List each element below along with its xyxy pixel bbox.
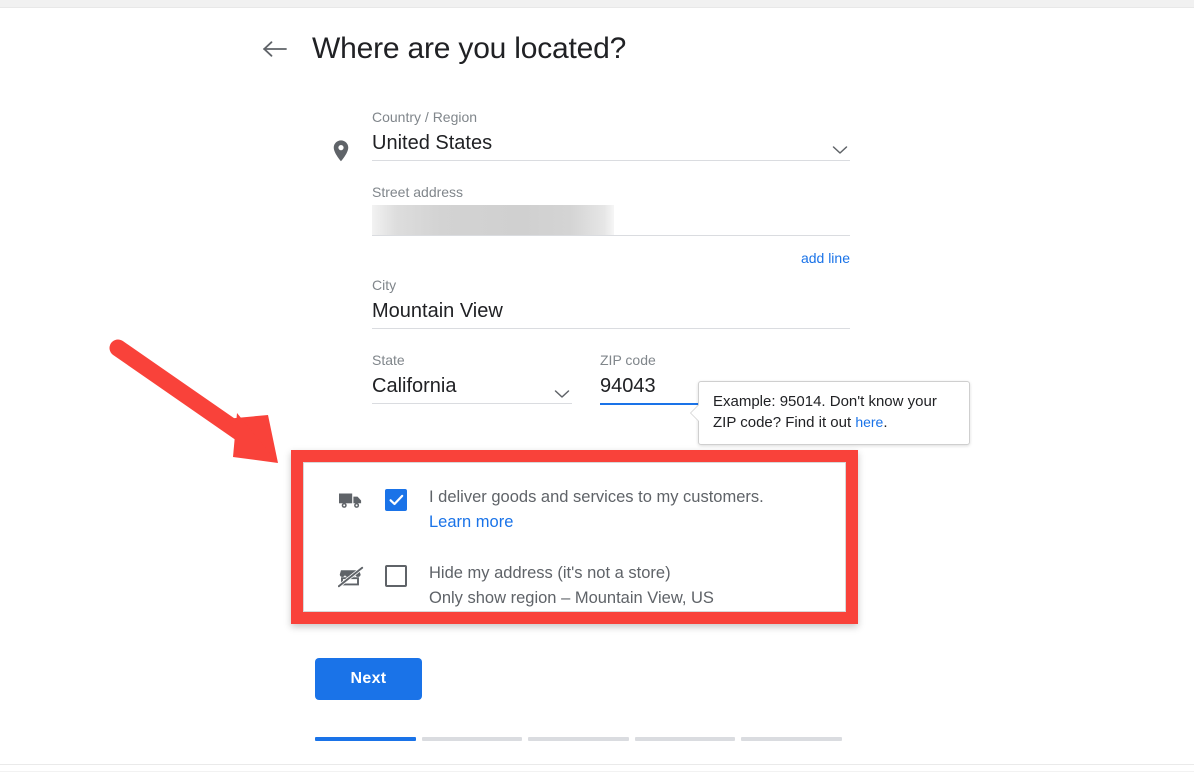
state-underline	[372, 403, 572, 404]
chevron-down-icon[interactable]	[554, 386, 570, 398]
zip-label: ZIP code	[600, 352, 656, 368]
hide-address-option-label: Hide my address (it's not a store)	[429, 564, 671, 582]
tooltip-text: Example: 95014. Don't know your ZIP code…	[713, 393, 937, 431]
city-label: City	[372, 277, 397, 293]
street-address-label: Street address	[372, 184, 464, 200]
street-address-value	[372, 203, 850, 235]
store-off-icon	[336, 565, 365, 590]
progress-segment	[528, 737, 629, 741]
city-underline	[372, 328, 850, 329]
state-value: California	[372, 375, 457, 397]
window-bottom-rule	[0, 764, 1194, 765]
progress-segment	[421, 737, 523, 741]
hide-address-option-sublabel: Only show region – Mountain View, US	[429, 589, 714, 607]
add-line-row: add line	[372, 250, 850, 270]
back-button[interactable]	[258, 32, 292, 66]
next-button[interactable]: Next	[315, 658, 422, 700]
window-bottom-rule-secondary	[0, 771, 1194, 772]
progress-segment	[634, 737, 736, 741]
delivery-option-label: I deliver goods and services to my custo…	[429, 488, 764, 506]
hide-address-checkbox[interactable]	[385, 565, 407, 587]
delivery-options-highlight-box: I deliver goods and services to my custo…	[291, 450, 858, 624]
delivery-options-panel: I deliver goods and services to my custo…	[303, 462, 846, 612]
redaction-overlay	[372, 205, 614, 235]
street-address-underline	[372, 235, 850, 236]
country-underline	[372, 160, 850, 161]
tooltip-tail-fill	[691, 404, 700, 422]
progress-segment	[741, 737, 842, 741]
option-row-delivery[interactable]: I deliver goods and services to my custo…	[338, 485, 845, 535]
state-label: State	[372, 352, 405, 368]
map-pin-icon	[328, 138, 354, 164]
page-title: Where are you located?	[312, 32, 627, 65]
street-address-field[interactable]: Street address	[372, 183, 850, 236]
delivery-checkbox[interactable]	[385, 489, 407, 511]
zip-tooltip: Example: 95014. Don't know your ZIP code…	[690, 381, 970, 445]
country-label: Country / Region	[372, 109, 478, 125]
country-value: United States	[372, 132, 493, 154]
tooltip-here-link[interactable]: here	[855, 414, 883, 430]
add-line-link[interactable]: add line	[801, 250, 850, 266]
annotation-arrow	[109, 339, 278, 463]
tooltip-text-after: .	[883, 414, 888, 431]
hide-address-option-text: Hide my address (it's not a store) Only …	[429, 561, 714, 611]
progress-indicator	[315, 737, 842, 741]
state-field[interactable]: State California	[372, 351, 572, 405]
arrow-left-icon	[262, 39, 288, 59]
city-field[interactable]: City Mountain View	[372, 276, 850, 329]
country-field[interactable]: Country / Region United States	[372, 108, 850, 161]
chevron-down-icon[interactable]	[832, 142, 848, 154]
window-top-band	[0, 0, 1194, 8]
city-value: Mountain View	[372, 300, 503, 322]
progress-segment	[315, 737, 416, 741]
option-row-hide-address[interactable]: Hide my address (it's not a store) Only …	[336, 561, 845, 611]
delivery-option-text: I deliver goods and services to my custo…	[429, 485, 764, 535]
page-header: Where are you located?	[258, 32, 626, 66]
delivery-truck-icon	[338, 490, 364, 514]
location-form: Country / Region United States Street ad…	[320, 108, 850, 405]
learn-more-link[interactable]: Learn more	[429, 510, 764, 535]
